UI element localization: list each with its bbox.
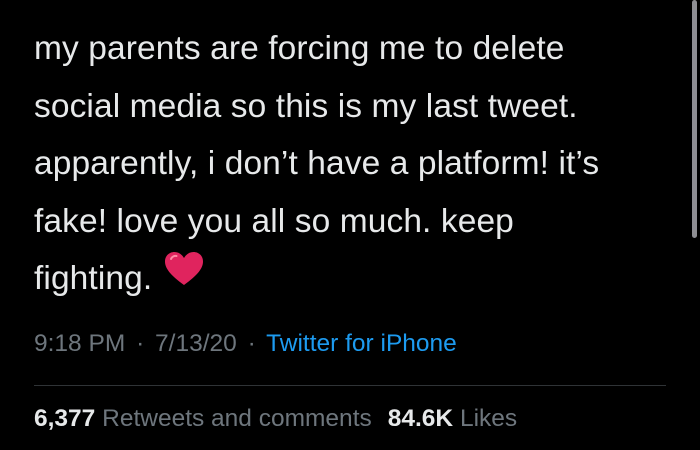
likes-count: 84.6K — [387, 405, 454, 432]
divider — [34, 385, 666, 386]
tweet-meta: 9:18 PM · 7/13/20 · Twitter for iPhone — [34, 330, 457, 358]
meta-separator: · — [136, 330, 145, 357]
heart-emoji-icon — [164, 248, 204, 306]
tweet-text-last-line: fighting. — [34, 250, 674, 309]
scrollbar[interactable] — [692, 0, 697, 238]
tweet-stats: 6,377 Retweets and comments 84.6K Likes — [34, 405, 517, 433]
tweet-time: 9:18 PM — [34, 330, 126, 357]
retweets-count: 6,377 — [34, 405, 96, 432]
tweet-text: my parents are forcing me to delete soci… — [34, 20, 674, 309]
tweet-date: 7/13/20 — [155, 330, 237, 357]
tweet-text-line: social media so this is my last tweet. — [34, 87, 578, 125]
tweet-text-line: my parents are forcing me to delete — [34, 30, 565, 67]
likes-label: Likes — [459, 405, 518, 432]
likes-stat[interactable]: 84.6K Likes — [388, 405, 517, 432]
tweet-text-line: fake! love you all so much. keep — [34, 202, 514, 240]
tweet-text-line: fighting. — [34, 260, 153, 297]
tweet-source-link[interactable]: Twitter for iPhone — [266, 330, 457, 357]
meta-separator: · — [247, 330, 256, 357]
retweets-stat[interactable]: 6,377 Retweets and comments — [34, 405, 372, 432]
retweets-label: Retweets and comments — [102, 405, 372, 432]
tweet-text-line: apparently, i don’t have a platform! it’… — [34, 145, 600, 182]
